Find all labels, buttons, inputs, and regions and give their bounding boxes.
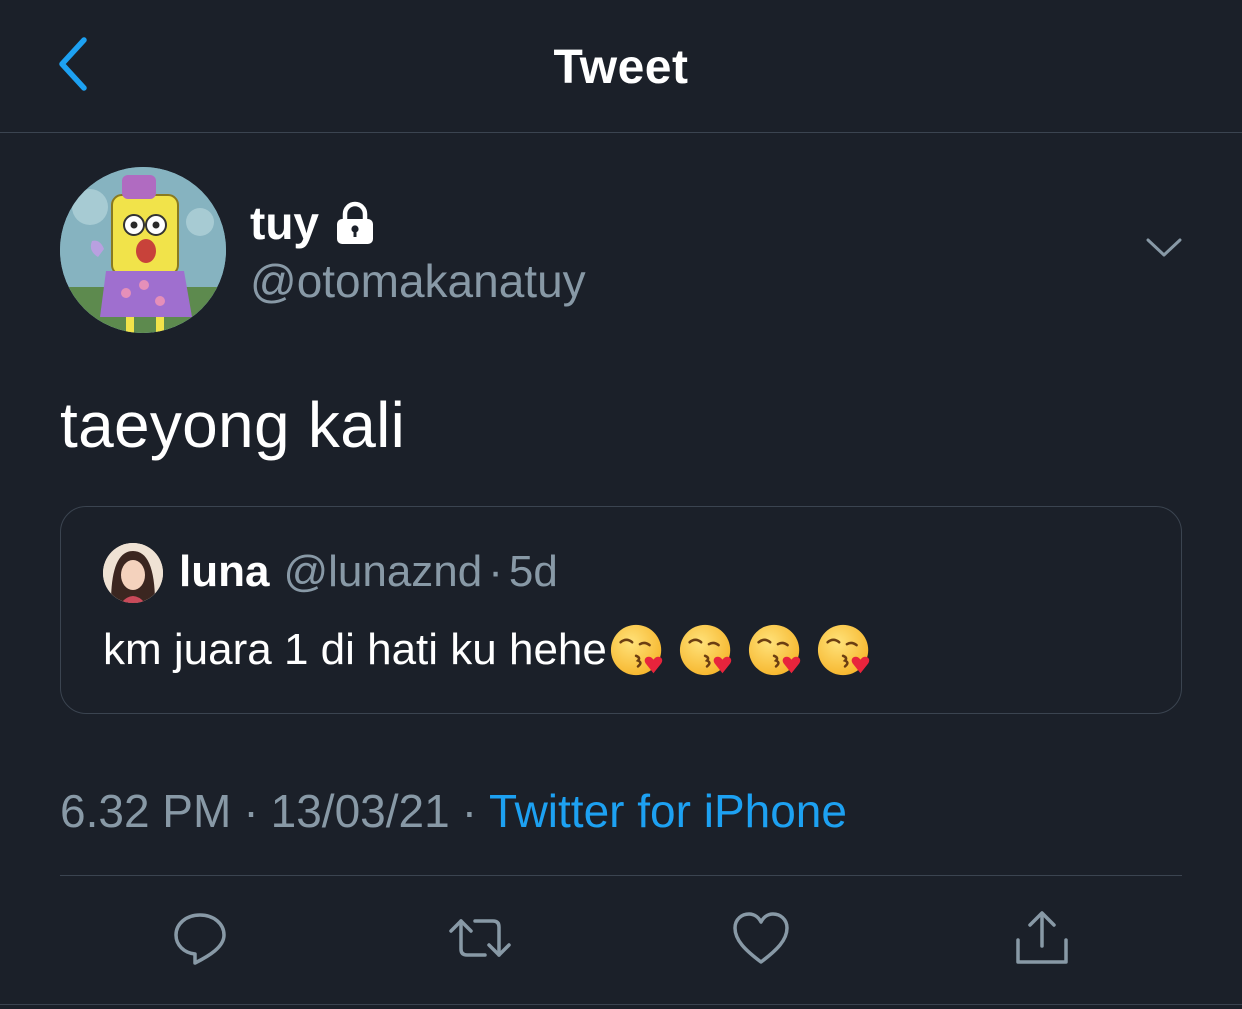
kissing-face-with-heart-emoji (817, 624, 870, 676)
quote-separator: · (488, 547, 503, 596)
tweet-source-link[interactable]: Twitter for iPhone (489, 784, 847, 838)
tweet-date: 13/03/21 (270, 785, 450, 837)
divider (60, 875, 1182, 876)
heart-icon (731, 910, 791, 971)
quote-author-name: luna (179, 547, 270, 596)
retweet-button[interactable] (448, 908, 512, 972)
emoji-row (609, 621, 885, 679)
tweet-text: taeyong kali (60, 389, 406, 461)
quote-text-row: km juara 1 di hati ku hehe (103, 621, 885, 679)
author-name-row[interactable]: tuy (250, 196, 377, 250)
quote-text: km juara 1 di hati ku hehe (103, 625, 607, 674)
share-icon (1012, 908, 1072, 973)
bottom-divider (0, 1004, 1242, 1005)
quote-header: luna @lunaznd · 5d (179, 547, 558, 597)
meta-separator: · (243, 785, 259, 837)
tweet-time: 6.32 PM (60, 785, 232, 837)
kissing-face-with-heart-emoji (610, 624, 663, 676)
share-button[interactable] (1010, 908, 1074, 972)
author-avatar[interactable] (60, 167, 226, 333)
chevron-down-icon (1145, 237, 1183, 264)
author-name: tuy (250, 197, 319, 249)
quote-avatar (103, 543, 163, 603)
like-button[interactable] (729, 908, 793, 972)
quoted-tweet[interactable]: luna @lunaznd · 5d km juara 1 di hati ku… (60, 506, 1182, 714)
reply-icon (171, 909, 229, 972)
reply-button[interactable] (168, 908, 232, 972)
more-options-button[interactable] (1140, 230, 1188, 270)
page-title: Tweet (553, 41, 689, 94)
quote-age: 5d (508, 547, 558, 596)
tweet-detail-screen: Tweet tuy @otomakanatuy taeyong kali lun… (0, 0, 1242, 1009)
kissing-face-with-heart-emoji (748, 624, 801, 676)
kissing-face-with-heart-emoji (679, 624, 732, 676)
meta-separator: · (461, 785, 478, 837)
tweet-meta: 6.32 PM · 13/03/21 · Twitter for iPhone (60, 784, 847, 838)
retweet-icon (447, 909, 513, 972)
top-bar: Tweet (0, 0, 1242, 133)
author-handle[interactable]: @otomakanatuy (250, 254, 586, 308)
quote-author-handle: @lunaznd (283, 547, 483, 596)
lock-icon (333, 201, 377, 245)
